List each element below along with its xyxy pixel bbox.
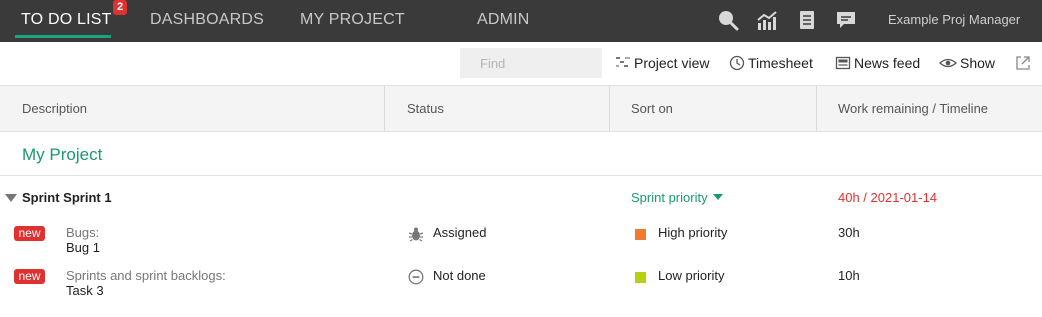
task-category: Sprints and sprint backlogs:	[66, 268, 226, 283]
column-divider[interactable]	[816, 86, 817, 131]
chevron-down-icon	[712, 194, 723, 200]
task-priority: High priority	[658, 225, 728, 240]
task-work-remaining: 10h	[838, 268, 860, 283]
task-status[interactable]: Assigned	[433, 225, 486, 240]
timesheet-label: Timesheet	[748, 55, 813, 71]
timesheet-button[interactable]: Timesheet	[729, 42, 814, 84]
not-done-icon	[408, 269, 424, 285]
active-tab-indicator	[15, 35, 111, 38]
find-input[interactable]	[460, 48, 602, 78]
column-work-remaining[interactable]: Work remaining / Timeline	[838, 86, 988, 131]
task-name[interactable]: Task 3	[66, 283, 104, 298]
open-external-icon[interactable]	[1015, 55, 1031, 71]
priority-color-square	[635, 229, 646, 240]
divider	[0, 175, 1042, 176]
news-feed-label: News feed	[854, 55, 921, 71]
sprint-work-remaining: 40h / 2021-01-14	[838, 190, 938, 205]
eye-icon	[939, 58, 957, 68]
task-work-remaining: 30h	[838, 225, 860, 240]
document-icon[interactable]	[796, 9, 818, 31]
new-badge: new	[14, 226, 45, 241]
column-divider[interactable]	[609, 86, 610, 131]
column-description[interactable]: Description	[22, 86, 87, 131]
column-header-row: Description Status Sort on Work remainin…	[0, 86, 1042, 132]
chat-icon[interactable]	[835, 9, 857, 31]
bug-icon	[408, 227, 424, 242]
tab-dashboards[interactable]: DASHBOARDS	[150, 0, 264, 42]
tab-my-project[interactable]: MY PROJECT	[300, 0, 405, 42]
collapse-caret-icon[interactable]	[5, 194, 17, 202]
search-icon[interactable]	[717, 9, 739, 31]
news-feed-button[interactable]: News feed	[835, 42, 920, 84]
show-button[interactable]: Show	[939, 42, 999, 84]
hierarchy-icon	[616, 57, 630, 67]
project-view-button[interactable]: Project view	[615, 42, 710, 84]
priority-color-square	[635, 272, 646, 283]
todo-count-badge: 2	[113, 0, 127, 15]
sprint-name: Sprint Sprint 1	[22, 190, 112, 205]
tab-admin[interactable]: ADMIN	[477, 0, 530, 42]
task-category: Bugs:	[66, 225, 100, 240]
top-nav-bar: TO DO LIST 2 DASHBOARDS MY PROJECT ADMIN…	[0, 0, 1042, 42]
column-status[interactable]: Status	[407, 86, 444, 131]
analytics-icon[interactable]	[756, 9, 778, 31]
task-priority: Low priority	[658, 268, 725, 283]
sprint-priority-label: Sprint priority	[631, 190, 708, 205]
column-sort-on[interactable]: Sort on	[631, 86, 673, 131]
toolbar: Project view Timesheet News feed Show	[0, 42, 1042, 86]
project-view-label: Project view	[634, 55, 710, 71]
user-menu[interactable]: Example Proj Manager	[888, 0, 1020, 42]
project-title[interactable]: My Project	[22, 145, 102, 165]
task-status[interactable]: Not done	[433, 268, 486, 283]
news-icon	[835, 56, 851, 70]
new-badge: new	[14, 269, 45, 284]
clock-icon	[729, 55, 745, 71]
column-divider[interactable]	[384, 86, 385, 131]
show-label: Show	[960, 55, 996, 71]
task-name[interactable]: Bug 1	[66, 240, 100, 255]
sprint-priority-dropdown[interactable]: Sprint priority	[631, 190, 723, 205]
